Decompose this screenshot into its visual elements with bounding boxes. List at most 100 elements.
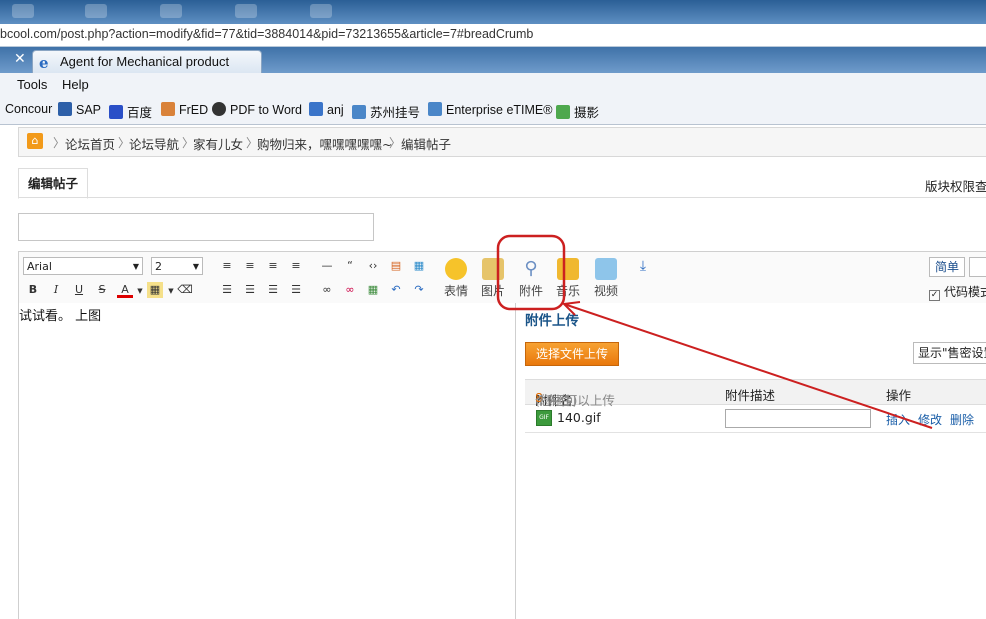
simple-mode-button[interactable]: 简单: [929, 257, 965, 277]
menu-help[interactable]: Help: [62, 77, 89, 92]
align-right-icon[interactable]: ≡: [265, 258, 281, 274]
align-center-icon[interactable]: ≡: [242, 258, 258, 274]
attachment-filename[interactable]: 140.gif: [557, 410, 601, 425]
tab-underline: [18, 197, 986, 198]
chevron-down-icon[interactable]: ▼: [132, 283, 148, 299]
quote-icon[interactable]: “: [342, 258, 358, 274]
chevron-down-icon: ▼: [192, 262, 199, 271]
chevron-down-icon: ▼: [132, 262, 139, 271]
video-button[interactable]: 视频: [591, 258, 621, 299]
align-left-icon[interactable]: ≡: [219, 258, 235, 274]
col-desc-header: 附件描述: [725, 388, 776, 403]
image-icon: [482, 258, 504, 280]
select-file-upload-button[interactable]: 选择文件上传: [525, 342, 619, 366]
fav-baidu[interactable]: 百度: [109, 102, 152, 120]
fav-anj[interactable]: anj: [309, 102, 344, 118]
unordered-list-icon[interactable]: ☰: [242, 282, 258, 298]
fav-pdf-to-word[interactable]: PDF to Word: [212, 102, 302, 118]
breadcrumb-board[interactable]: 家有儿女: [193, 134, 243, 153]
indent-icon[interactable]: ☰: [288, 282, 304, 298]
fav-photo[interactable]: 摄影: [556, 102, 599, 120]
editor-body[interactable]: 试试看。 上图: [18, 303, 516, 619]
font-color-icon[interactable]: A: [117, 282, 133, 298]
fav-concour[interactable]: Concour: [5, 102, 52, 118]
attachment-button[interactable]: ⚲ 附件: [516, 258, 546, 299]
address-text: bcool.com/post.php?action=modify&fid=77&…: [0, 27, 534, 41]
image-button[interactable]: 图片: [478, 258, 508, 299]
window-titlebar: [0, 0, 986, 24]
edit-link[interactable]: 修改: [918, 411, 942, 428]
anj-icon: [309, 102, 323, 116]
outdent-icon[interactable]: ☰: [265, 282, 281, 298]
fav-suzhou[interactable]: 苏州挂号: [352, 102, 420, 120]
music-icon: [557, 258, 579, 280]
unlink-icon[interactable]: ∞: [342, 282, 358, 298]
attachment-description-input[interactable]: [725, 409, 871, 428]
link-icon[interactable]: ∞: [319, 282, 335, 298]
ordered-list-icon[interactable]: ☰: [219, 282, 235, 298]
insert-link[interactable]: 插入: [886, 411, 910, 428]
table-icon[interactable]: ▦: [365, 282, 381, 298]
font-family-select[interactable]: Arial ▼: [23, 257, 143, 275]
fullscreen-icon[interactable]: [969, 257, 986, 277]
breadcrumb-separator: 〉: [53, 136, 66, 150]
sap-icon: [58, 102, 72, 116]
music-button[interactable]: 音乐: [553, 258, 583, 299]
align-justify-icon[interactable]: ≡: [288, 258, 304, 274]
code-mode-checkbox[interactable]: ✓代码模式: [929, 283, 986, 301]
delete-link[interactable]: 删除: [950, 411, 974, 428]
pdf-icon: [212, 102, 226, 116]
strikethrough-icon[interactable]: S: [94, 282, 110, 298]
tab-title: Agent for Mechanical product: [60, 54, 230, 69]
editor-toolbar: Arial ▼ 2 ▼ ≡ ≡ ≡ ≡ — “ ‹› ▤ ▦ B I U S A ▼…: [18, 251, 986, 305]
attachment-panel-title: 附件上传: [525, 313, 579, 329]
gif-file-icon: GIF: [536, 410, 552, 426]
tab-edit-post[interactable]: 编辑帖子: [18, 168, 88, 199]
fav-fred[interactable]: FrED: [161, 102, 208, 118]
desktop-icon: [235, 4, 257, 18]
horizontal-rule-icon[interactable]: —: [319, 258, 335, 274]
home-icon[interactable]: ⌂: [27, 133, 43, 149]
table-row: GIF 140.gif 插入 修改 删除: [525, 404, 986, 433]
code-icon[interactable]: ‹›: [365, 258, 381, 274]
subject-input[interactable]: [18, 213, 374, 241]
fav-sap[interactable]: SAP: [58, 102, 101, 118]
italic-icon[interactable]: I: [48, 282, 64, 298]
menu-tools[interactable]: Tools: [17, 77, 47, 92]
breadcrumb-forum-nav[interactable]: 论坛导航: [129, 134, 179, 153]
tab-bar: ✕ e Agent for Mechanical product: [0, 47, 986, 73]
ie-icon: e: [39, 54, 49, 72]
browser-tab[interactable]: e Agent for Mechanical product: [32, 50, 262, 73]
eraser-icon[interactable]: ⌫: [177, 282, 193, 298]
attachment-table-header: 附件名 (您还可以上传 8 个附件) 附件描述 操作: [525, 379, 986, 408]
close-tab-icon[interactable]: ✕: [14, 51, 26, 67]
redo-icon[interactable]: ↷: [411, 282, 427, 298]
baidu-paw-icon: [109, 105, 123, 119]
table-insert-icon[interactable]: ▦: [411, 258, 427, 274]
fred-icon: [161, 102, 175, 116]
free-tag-icon[interactable]: ▤: [388, 258, 404, 274]
fav-etime[interactable]: Enterprise eTIME®: [428, 102, 552, 118]
bold-icon[interactable]: B: [25, 282, 41, 298]
checkbox-checked-icon: ✓: [929, 290, 940, 301]
secret-setting-select[interactable]: 显示"售密设置": [913, 342, 986, 364]
breadcrumb: ⌂ 〉 论坛首页 〉 论坛导航 〉 家有儿女 〉 购物归来，嘿嘿嘿嘿嘿~ 〉 编…: [18, 127, 986, 157]
undo-icon[interactable]: ↶: [388, 282, 404, 298]
board-permission-link[interactable]: 版块权限查: [925, 176, 986, 195]
menu-bar: Tools Help: [0, 73, 986, 96]
smiley-button[interactable]: 表情: [441, 258, 471, 299]
background-color-icon[interactable]: ▦: [147, 282, 163, 298]
smiley-icon: [445, 258, 467, 280]
desktop-icon: [160, 4, 182, 18]
underline-icon[interactable]: U: [71, 282, 87, 298]
download-icon[interactable]: ⤓: [635, 258, 651, 274]
photo-icon: [556, 105, 570, 119]
font-size-select[interactable]: 2 ▼: [151, 257, 203, 275]
address-bar[interactable]: bcool.com/post.php?action=modify&fid=77&…: [0, 24, 986, 47]
col-ops-header: 操作: [886, 388, 912, 403]
desktop-icon: [85, 4, 107, 18]
attachment-panel: 附件上传 选择文件上传 显示"售密设置" 附件名 (您还可以上传8个附件) 附件…: [516, 303, 986, 619]
desktop-icon: [12, 4, 34, 18]
breadcrumb-thread[interactable]: 购物归来，嘿嘿嘿嘿嘿~: [257, 134, 392, 153]
breadcrumb-forum-home[interactable]: 论坛首页: [65, 134, 115, 153]
